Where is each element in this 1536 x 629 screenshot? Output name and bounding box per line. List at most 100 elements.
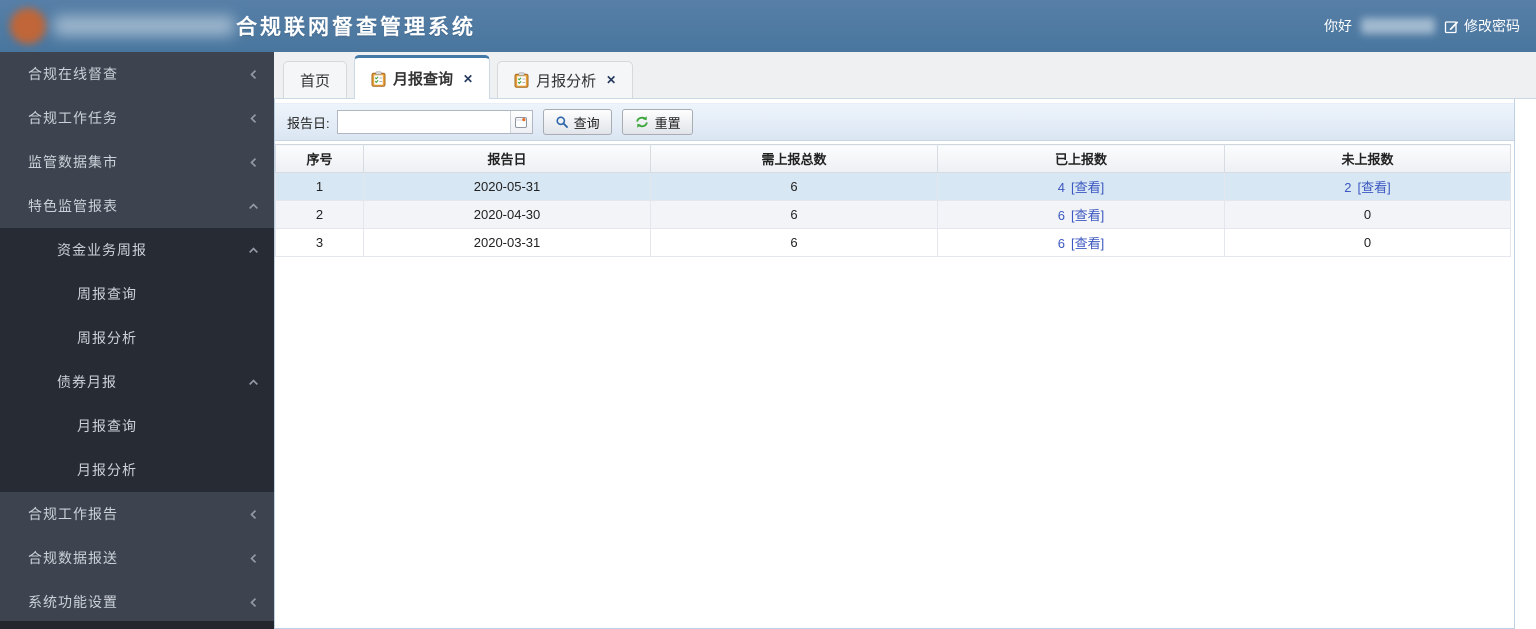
sidebar-item-label: 周报查询: [77, 286, 137, 302]
sidebar-item[interactable]: 月报查询: [0, 404, 274, 448]
clipboard-icon: [514, 72, 529, 88]
magnifier-icon: [555, 115, 569, 129]
sidebar-item-label: 系统功能设置: [28, 594, 118, 610]
edit-icon: [1444, 19, 1459, 34]
company-name-blurred: [54, 16, 234, 36]
sidebar-item[interactable]: 监管数据集市: [0, 140, 274, 184]
count-value: 6: [1057, 236, 1065, 251]
column-header-total-required[interactable]: 需上报总数: [650, 144, 938, 173]
chevron-left-icon: [248, 509, 259, 520]
table-row[interactable]: 2 2020-04-30 6 6 [查看] 0: [275, 200, 1511, 229]
cell-total-required: 6: [650, 228, 938, 257]
sidebar-footer-strip: [0, 621, 274, 629]
username-blurred: [1361, 18, 1435, 34]
column-header-unreported[interactable]: 未上报数: [1224, 144, 1511, 173]
count-value: 6: [1057, 208, 1065, 223]
count-value: 4: [1057, 180, 1065, 195]
view-unreported-link[interactable]: [查看]: [1358, 180, 1391, 195]
app-title: 合规联网督查管理系统: [236, 16, 476, 39]
sidebar-item[interactable]: 债券月报: [0, 360, 274, 404]
search-button[interactable]: 查询: [542, 109, 612, 135]
change-password-button[interactable]: 修改密码: [1444, 16, 1520, 36]
tab-monthly-report-query-label: 月报查询: [393, 71, 454, 88]
sidebar-item[interactable]: 系统功能设置: [0, 580, 274, 624]
close-icon[interactable]: ✕: [463, 72, 473, 86]
sidebar-item-label: 月报分析: [77, 462, 137, 478]
top-header: 合规联网督查管理系统 你好 修改密码: [0, 0, 1536, 52]
sidebar-item[interactable]: 周报查询: [0, 272, 274, 316]
chevron-left-icon: [248, 157, 259, 168]
cell-total-required: 6: [650, 172, 938, 201]
sidebar-item[interactable]: 资金业务周报: [0, 228, 274, 272]
table-row[interactable]: 1 2020-05-31 6 4 [查看] 2 [查看]: [275, 172, 1511, 201]
sidebar-item[interactable]: 合规工作报告: [0, 492, 274, 536]
tab-monthly-report-analysis[interactable]: 月报分析 ✕: [497, 61, 634, 98]
cell-reported: 4 [查看]: [937, 172, 1225, 201]
sidebar-item-label: 资金业务周报: [57, 242, 147, 258]
sidebar-item-label: 监管数据集市: [28, 154, 118, 170]
column-header-no[interactable]: 序号: [275, 144, 364, 173]
column-header-report-date[interactable]: 报告日: [363, 144, 651, 173]
change-password-label: 修改密码: [1464, 18, 1520, 34]
cell-unreported: 2 [查看]: [1224, 172, 1511, 201]
cell-report-date: 2020-05-31: [363, 172, 651, 201]
sidebar-menu: 合规在线督查 合规工作任务 监管数据集市特色监管报表资金业务周报周报查询周报分析债券…: [0, 52, 274, 629]
view-reported-link[interactable]: [查看]: [1071, 180, 1104, 195]
sidebar-item-label: 债券月报: [57, 374, 117, 390]
main-body: 合规在线督查 合规工作任务 监管数据集市特色监管报表资金业务周报周报查询周报分析债券…: [0, 52, 1536, 629]
cell-unreported: 0: [1224, 200, 1511, 229]
calendar-icon[interactable]: [509, 111, 532, 133]
header-user-area: 你好 修改密码: [1324, 16, 1536, 36]
refresh-icon: [634, 115, 650, 129]
sidebar-item-list: 合规在线督查 合规工作任务 监管数据集市特色监管报表资金业务周报周报查询周报分析债券…: [0, 52, 274, 624]
cell-reported: 6 [查看]: [937, 228, 1225, 257]
cell-report-date: 2020-04-30: [363, 200, 651, 229]
cell-total-required: 6: [650, 200, 938, 229]
company-logo: [10, 8, 46, 44]
cell-report-date: 2020-03-31: [363, 228, 651, 257]
report-date-label: 报告日:: [287, 115, 330, 131]
reset-button[interactable]: 重置: [621, 109, 693, 135]
sidebar-item[interactable]: 月报分析: [0, 448, 274, 492]
cell-unreported: 0: [1224, 228, 1511, 257]
view-reported-link[interactable]: [查看]: [1071, 208, 1104, 223]
sidebar-item[interactable]: 合规数据报送: [0, 536, 274, 580]
column-header-reported[interactable]: 已上报数: [937, 144, 1225, 173]
report-date-input[interactable]: [337, 111, 510, 133]
count-value: 2: [1344, 180, 1352, 195]
tab-monthly-report-query[interactable]: 月报查询 ✕: [354, 55, 491, 99]
sidebar-item[interactable]: 周报分析: [0, 316, 274, 360]
table-row[interactable]: 3 2020-03-31 6 6 [查看] 0: [275, 228, 1511, 257]
search-button-label: 查询: [573, 115, 600, 131]
sidebar-item-label: 月报查询: [77, 418, 137, 434]
clipboard-icon: [371, 71, 386, 87]
sidebar-item-label: 合规在线督查: [28, 66, 118, 82]
sidebar-item[interactable]: 特色监管报表: [0, 184, 274, 228]
chevron-left-icon: [248, 69, 259, 80]
table-header-row: 序号 报告日 需上报总数 已上报数 未上报数: [275, 144, 1511, 173]
chevron-left-icon: [248, 597, 259, 608]
report-table-body: 1 2020-05-31 6 4 [查看] 2 [查看] 2 2020-04-30 6 6 [查看] 0…: [275, 172, 1511, 257]
cell-reported: 6 [查看]: [937, 200, 1225, 229]
chevron-up-icon: [248, 245, 259, 256]
content-area: 首页 月报查询 ✕ 月报分析 ✕ 报告日: 查询 重置 序号 报告日 需上报总数…: [274, 52, 1536, 629]
report-panel: 报告日: 查询 重置 序号 报告日 需上报总数 已上报数 未上报数 1 2020…: [274, 99, 1515, 629]
cell-no: 3: [275, 228, 364, 257]
close-icon[interactable]: ✕: [606, 73, 616, 87]
sidebar-item[interactable]: 合规在线督查: [0, 52, 274, 96]
report-datagrid: 序号 报告日 需上报总数 已上报数 未上报数 1 2020-05-31 6 4 [查看]…: [275, 144, 1514, 257]
tab-home-label: 首页: [300, 72, 331, 90]
tab-monthly-report-analysis-label: 月报分析: [536, 72, 597, 90]
query-toolbar: 报告日: 查询 重置: [275, 103, 1514, 141]
greeting-text: 你好: [1324, 18, 1352, 34]
sidebar-item-label: 合规工作报告: [28, 506, 118, 522]
view-reported-link[interactable]: [查看]: [1071, 236, 1104, 251]
sidebar-item-label: 合规工作任务: [28, 110, 118, 126]
tab-home[interactable]: 首页: [283, 61, 348, 98]
chevron-left-icon: [248, 553, 259, 564]
cell-no: 1: [275, 172, 364, 201]
sidebar-item[interactable]: 合规工作任务: [0, 96, 274, 140]
chevron-left-icon: [248, 113, 259, 124]
chevron-up-icon: [248, 377, 259, 388]
cell-no: 2: [275, 200, 364, 229]
